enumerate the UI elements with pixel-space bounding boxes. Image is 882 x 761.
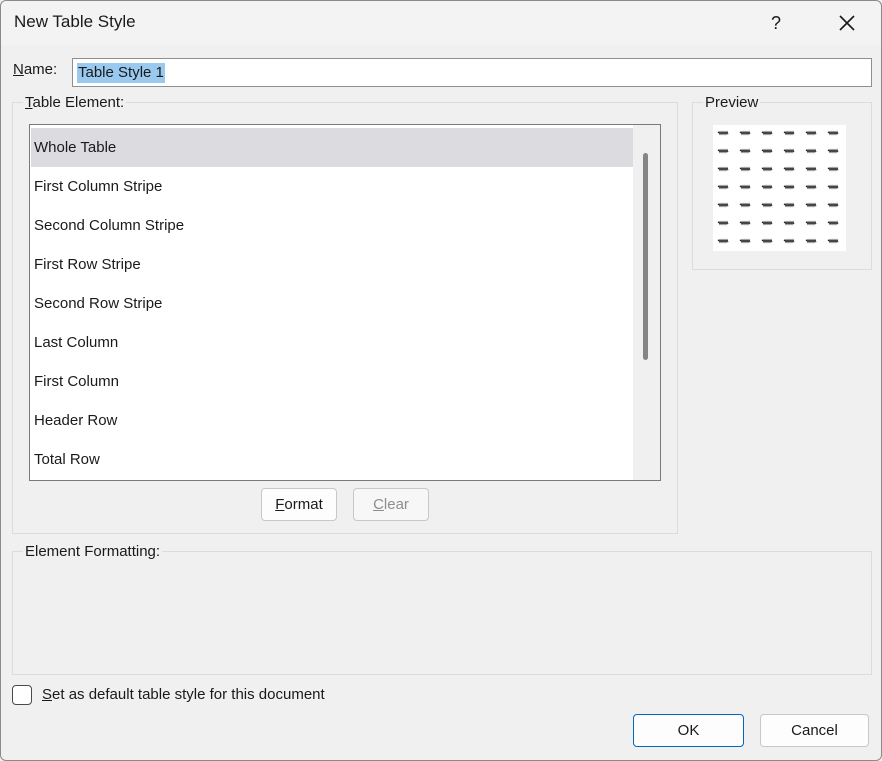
name-label: Name:	[13, 61, 58, 78]
preview-cell-text	[761, 148, 773, 154]
preview-cell-text	[827, 220, 839, 226]
list-item[interactable]: Second Row Stripe	[31, 284, 633, 323]
list-item[interactable]: Second Column Stripe	[31, 206, 633, 245]
preview-label: Preview	[703, 94, 761, 111]
preview-cell-text	[805, 202, 817, 208]
preview-cell-text	[805, 220, 817, 226]
preview-cell-text	[761, 184, 773, 190]
preview-cell-text	[717, 202, 729, 208]
preview-cell-text	[827, 202, 839, 208]
preview-cell-text	[717, 220, 729, 226]
list-item[interactable]: Last Column	[31, 323, 633, 362]
preview-cell-text	[739, 148, 751, 154]
preview-cell-text	[783, 202, 795, 208]
list-item[interactable]: First Row Stripe	[31, 245, 633, 284]
preview-cell-text	[717, 148, 729, 154]
table-element-label: Table Element:	[23, 94, 127, 111]
name-input-value: Table Style 1	[77, 63, 165, 83]
format-button[interactable]: Format	[261, 488, 337, 521]
preview-cell-text	[739, 184, 751, 190]
preview-cell-text	[783, 148, 795, 154]
clear-button[interactable]: Clear	[353, 488, 429, 521]
close-icon	[839, 15, 855, 31]
preview-cell-text	[783, 166, 795, 172]
preview-cell-text	[805, 166, 817, 172]
element-formatting-group	[12, 551, 872, 675]
preview-cell-text	[805, 130, 817, 136]
preview-cell-text	[739, 130, 751, 136]
preview-cell-text	[805, 148, 817, 154]
preview-cell-text	[717, 130, 729, 136]
new-table-style-dialog: New Table Style ? Name: Table Style 1 Ta…	[0, 0, 882, 761]
table-element-list[interactable]: Whole Table First Column Stripe Second C…	[29, 124, 661, 481]
list-item[interactable]: Header Row	[31, 401, 633, 440]
name-input[interactable]: Table Style 1	[72, 58, 872, 87]
preview-cell-text	[827, 130, 839, 136]
preview-cell-text	[717, 166, 729, 172]
preview-cell-text	[827, 166, 839, 172]
preview-cell-text	[827, 148, 839, 154]
preview-cell-text	[783, 238, 795, 244]
preview-cell-text	[805, 238, 817, 244]
preview-cell-text	[761, 202, 773, 208]
preview-cell-text	[783, 184, 795, 190]
list-item[interactable]: First Column	[31, 362, 633, 401]
default-style-checkbox-label[interactable]: Set as default table style for this docu…	[42, 686, 325, 703]
list-scrollbar[interactable]	[633, 125, 660, 480]
default-style-checkbox[interactable]	[12, 685, 32, 705]
preview-cell-text	[739, 166, 751, 172]
preview-cell-text	[827, 238, 839, 244]
preview-cell-text	[783, 130, 795, 136]
title-bar: New Table Style ?	[1, 1, 881, 45]
preview-cell-text	[739, 220, 751, 226]
preview-cell-text	[761, 220, 773, 226]
preview-grid	[717, 130, 839, 244]
preview-cell-text	[805, 184, 817, 190]
preview-cell-text	[783, 220, 795, 226]
preview-cell-text	[739, 202, 751, 208]
list-item[interactable]: Whole Table	[31, 128, 633, 167]
scrollbar-thumb[interactable]	[643, 153, 648, 360]
cancel-button[interactable]: Cancel	[760, 714, 869, 747]
help-button[interactable]: ?	[756, 7, 796, 39]
preview-cell-text	[761, 166, 773, 172]
preview-cell-text	[827, 184, 839, 190]
preview-cell-text	[717, 238, 729, 244]
preview-cell-text	[717, 184, 729, 190]
table-preview	[713, 125, 846, 251]
question-mark-icon: ?	[770, 12, 781, 33]
close-button[interactable]	[827, 7, 867, 39]
dialog-title: New Table Style	[14, 12, 136, 31]
preview-cell-text	[761, 130, 773, 136]
element-formatting-label: Element Formatting:	[23, 543, 163, 560]
list-item[interactable]: First Column Stripe	[31, 167, 633, 206]
ok-button[interactable]: OK	[633, 714, 744, 747]
preview-cell-text	[739, 238, 751, 244]
preview-cell-text	[761, 238, 773, 244]
list-item[interactable]: Total Row	[31, 440, 633, 479]
